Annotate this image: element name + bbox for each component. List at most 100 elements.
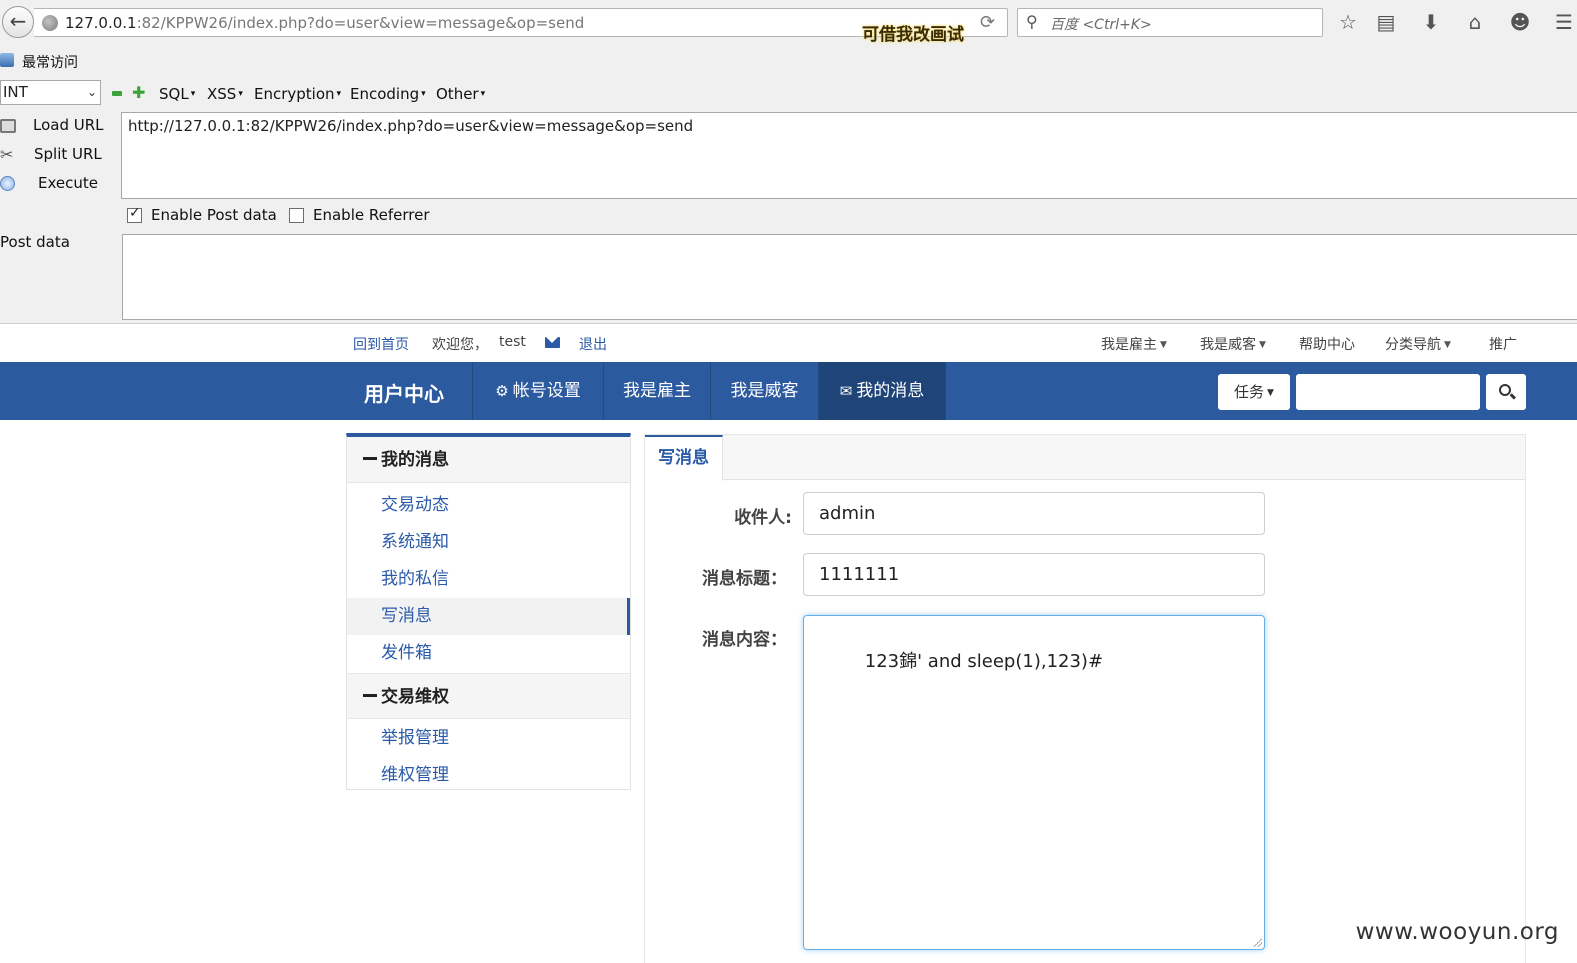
search-icon: ⚲ — [1026, 12, 1038, 31]
topbar-employer-menu[interactable]: 我是雇主 ▼ — [1101, 334, 1167, 354]
topbar-help-link[interactable]: 帮助中心 — [1299, 334, 1355, 354]
hackbar-select-value: INT — [3, 83, 28, 101]
hackbar-menu-other[interactable]: Other ▾ — [436, 85, 485, 103]
dropdown-arrow-icon: ▼ — [1444, 340, 1451, 350]
smiley-icon[interactable]: ☻ — [1507, 9, 1533, 35]
hackbar-menu-encoding[interactable]: Encoding ▾ — [350, 85, 426, 103]
sidebar-item-rights-management[interactable]: 维权管理 — [347, 757, 630, 794]
message-sidebar: 我的消息 交易动态 系统通知 我的私信 写消息 发件箱 交易维权 举报管理 维权… — [346, 433, 631, 790]
brand-title[interactable]: 用户中心 — [364, 378, 444, 407]
site-topbar: 回到首页 欢迎您， test 退出 我是雇主 ▼ 我是威客 ▼ 帮助中心 分类导航 ▼… — [0, 324, 1577, 362]
navigation-toolbar: ← 127.0.0.1:82/KPPW26/index.php?do=user&… — [0, 0, 1577, 45]
topbar-label: 我是雇主 — [1101, 337, 1157, 353]
hackbar-menu-sql[interactable]: SQL ▾ — [159, 85, 195, 103]
task-dropdown-button[interactable]: 任务 ▼ — [1218, 374, 1290, 410]
sidebar-item-system-notice[interactable]: 系统通知 — [347, 524, 630, 561]
menu-label: XSS — [207, 85, 237, 103]
decrease-icon[interactable] — [112, 91, 122, 96]
execute-label: Execute — [38, 174, 98, 192]
load-url-label: Load URL — [33, 116, 104, 134]
nav-label: 帐号设置 — [512, 381, 581, 401]
minus-icon — [363, 457, 377, 460]
address-bar[interactable]: 127.0.0.1:82/KPPW26/index.php?do=user&vi… — [34, 8, 1008, 45]
sidebar-section-messages[interactable]: 我的消息 — [347, 437, 630, 483]
dropdown-arrow-icon: ▼ — [1259, 340, 1266, 350]
enable-referrer-checkbox[interactable] — [289, 208, 304, 223]
gears-icon: ⚙ — [495, 382, 509, 400]
enable-post-checkbox[interactable] — [127, 205, 142, 223]
sidebar-section-disputes[interactable]: 交易维权 — [347, 673, 630, 719]
sidebar-item-report-management[interactable]: 举报管理 — [347, 720, 630, 757]
topbar-witkey-menu[interactable]: 我是威客 ▼ — [1200, 334, 1266, 354]
menu-label: SQL — [159, 85, 189, 103]
envelope-icon: ✉ — [839, 382, 853, 400]
watermark-text: www.wooyun.org — [1355, 919, 1559, 945]
url-host: 127.0.0.1 — [65, 14, 137, 32]
extension-badge[interactable]: 可借我改画试 — [862, 11, 972, 45]
url-path: :82/KPPW26/index.php?do=user&view=messag… — [136, 14, 585, 32]
search-bar[interactable]: ⚲ 百度 <Ctrl+K> — [1017, 8, 1323, 37]
subject-label: 消息标题： — [702, 569, 787, 589]
home-link[interactable]: 回到首页 — [353, 334, 409, 354]
globe-icon — [42, 15, 58, 31]
site-search-button[interactable] — [1486, 374, 1526, 410]
dropdown-arrow-icon: ▼ — [1160, 340, 1167, 350]
caret-down-icon: ▼ — [1267, 388, 1274, 398]
bookmark-folder-icon — [0, 53, 14, 67]
recipient-label: 收件人: — [734, 508, 792, 528]
subject-input[interactable]: 1111111 — [803, 553, 1265, 596]
topbar-label: 分类导航 — [1385, 337, 1441, 353]
panel-tab-bar: 写消息 — [645, 435, 1525, 481]
resize-grip-icon[interactable] — [1252, 937, 1262, 947]
recipient-input[interactable]: admin — [803, 492, 1265, 535]
overflow-icon[interactable]: ☰ — [1551, 9, 1577, 35]
site-search-input[interactable] — [1296, 374, 1480, 410]
execute-button[interactable]: Execute — [0, 172, 112, 196]
enable-post-label: Enable Post data — [151, 206, 277, 224]
bookmarks-list-icon[interactable]: ▤ — [1373, 9, 1399, 35]
dropdown-arrow-icon: ▾ — [336, 89, 342, 99]
topbar-promo-link[interactable]: 推广 — [1489, 334, 1517, 354]
address-text[interactable]: 127.0.0.1:82/KPPW26/index.php?do=user&vi… — [65, 14, 584, 32]
menu-label: Other — [436, 85, 479, 103]
envelope-icon[interactable] — [545, 337, 560, 348]
logout-link[interactable]: 退出 — [579, 334, 607, 354]
hackbar-type-select[interactable]: INT ⌄ — [0, 80, 101, 105]
post-data-textarea[interactable] — [122, 234, 1577, 320]
hackbar-url-textarea[interactable]: http://127.0.0.1:82/KPPW26/index.php?do=… — [121, 112, 1577, 199]
sidebar-item-write-message[interactable]: 写消息 — [347, 598, 630, 635]
bookmark-star-icon[interactable]: ☆ — [1335, 9, 1361, 35]
sidebar-item-outbox[interactable]: 发件箱 — [347, 635, 630, 672]
sidebar-item-private-messages[interactable]: 我的私信 — [347, 561, 630, 598]
back-arrow-icon[interactable]: ← — [2, 6, 34, 38]
dropdown-arrow-icon: ▾ — [238, 89, 243, 99]
dropdown-arrow-icon: ▾ — [190, 89, 196, 99]
content-text: 123錦' and sleep(1),123)# — [864, 651, 1104, 672]
username-text[interactable]: test — [499, 334, 526, 350]
content-label: 消息内容： — [702, 630, 787, 650]
bookmark-most-visited[interactable]: 最常访问 — [22, 52, 78, 72]
dropdown-arrow-icon: ▾ — [421, 89, 426, 99]
scissors-icon: ✂ — [0, 145, 14, 164]
content-textarea[interactable]: 123錦' and sleep(1),123)# — [803, 615, 1265, 950]
menu-label: Encoding — [350, 85, 420, 103]
topbar-category-menu[interactable]: 分类导航 ▼ — [1385, 334, 1451, 354]
nav-witkey[interactable]: 我是威客 — [710, 362, 818, 420]
home-icon[interactable]: ⌂ — [1462, 9, 1488, 35]
nav-my-messages[interactable]: ✉ 我的消息 — [818, 362, 946, 420]
hackbar-menu-encryption[interactable]: Encryption ▾ — [254, 85, 341, 103]
reload-icon[interactable]: ⟳ — [980, 12, 995, 33]
sidebar-item-trade-news[interactable]: 交易动态 — [347, 487, 630, 524]
hackbar-menu-xss[interactable]: XSS ▾ — [207, 85, 243, 103]
menu-label: Encryption — [254, 85, 335, 103]
compose-panel: 写消息 收件人: admin 消息标题： 1111111 消息内容： 123錦'… — [644, 434, 1526, 963]
nav-account-settings[interactable]: ⚙ 帐号设置 — [472, 362, 603, 420]
increase-icon[interactable]: ✚ — [132, 85, 145, 101]
load-url-button[interactable]: Load URL — [0, 114, 112, 138]
tab-write-message[interactable]: 写消息 — [645, 435, 723, 481]
nav-employer[interactable]: 我是雇主 — [603, 362, 710, 420]
chevron-down-icon: ⌄ — [86, 85, 97, 99]
split-url-button[interactable]: ✂ Split URL — [0, 143, 112, 167]
download-arrow-icon[interactable]: ⬇ — [1418, 9, 1444, 35]
main-navbar: 用户中心 ⚙ 帐号设置 我是雇主 我是威客 ✉ 我的消息 任务 ▼ — [0, 362, 1577, 420]
